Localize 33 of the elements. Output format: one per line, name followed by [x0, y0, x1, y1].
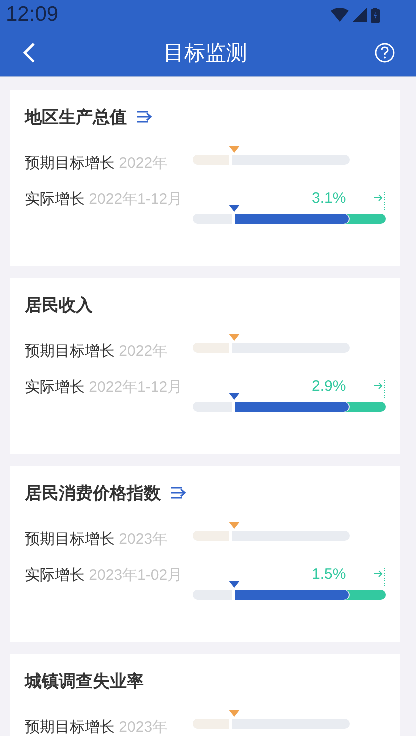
- indicator-label: 预期目标增长 2022年: [25, 342, 169, 362]
- link-arrow-icon[interactable]: [136, 110, 152, 124]
- target-marker-icon: [229, 146, 240, 153]
- target-marker-icon: [229, 334, 240, 341]
- back-icon[interactable]: [22, 42, 36, 64]
- card-title: 居民消费价格指数: [25, 482, 161, 504]
- target-marker-icon: [229, 522, 240, 529]
- indicator-label: 实际增长 2023年1-02月: [25, 566, 183, 586]
- indicator-label: 实际增长 2022年1-12月: [25, 378, 183, 398]
- growth-value: 2.9%: [312, 378, 346, 395]
- indicator-label: 实际增长 2022年1-12月: [25, 190, 183, 210]
- wifi-icon: [331, 8, 349, 22]
- indicator-label: 预期目标增长 2023年: [25, 718, 169, 736]
- arrow-to-line-icon: [374, 192, 386, 212]
- indicator-label: 预期目标增长 2023年: [25, 530, 169, 550]
- growth-value: 3.1%: [312, 190, 346, 207]
- status-time: 12:09: [6, 3, 59, 27]
- growth-value: 1.5%: [312, 566, 346, 583]
- card-title: 地区生产总值: [25, 106, 127, 128]
- battery-icon: [371, 8, 380, 22]
- link-arrow-icon[interactable]: [170, 486, 186, 500]
- target-marker-icon: [229, 710, 240, 717]
- signal-icon: [353, 8, 367, 22]
- actual-marker-icon: [229, 581, 240, 588]
- page-title: 目标监测: [164, 41, 248, 67]
- arrow-to-line-icon: [374, 568, 386, 588]
- indicator-label: 预期目标增长 2022年: [25, 154, 169, 174]
- help-icon[interactable]: [375, 43, 395, 63]
- actual-marker-icon: [229, 205, 240, 212]
- arrow-to-line-icon: [374, 380, 386, 400]
- card-title: 居民收入: [25, 294, 93, 316]
- actual-marker-icon: [229, 393, 240, 400]
- card-title: 城镇调查失业率: [25, 670, 144, 692]
